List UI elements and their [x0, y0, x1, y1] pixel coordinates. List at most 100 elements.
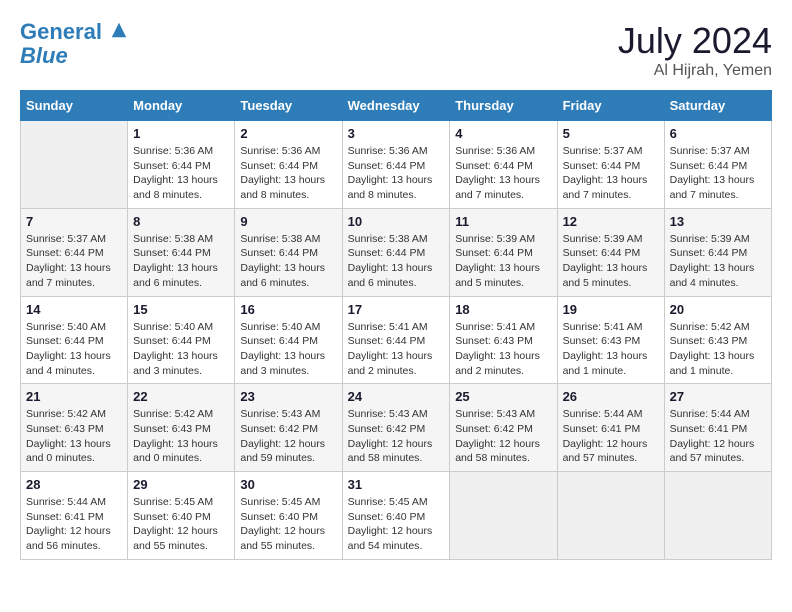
calendar-header-row: SundayMondayTuesdayWednesdayThursdayFrid… — [21, 91, 772, 121]
logo: General Blue — [20, 20, 128, 68]
calendar-cell: 8 Sunrise: 5:38 AMSunset: 6:44 PMDaylight… — [128, 208, 235, 296]
day-info: Sunrise: 5:45 AMSunset: 6:40 PMDaylight:… — [133, 495, 229, 554]
day-number: 26 — [563, 389, 659, 404]
calendar-cell: 7 Sunrise: 5:37 AMSunset: 6:44 PMDaylight… — [21, 208, 128, 296]
calendar-cell: 6Sunrise: 5:37 AMSunset: 6:44 PMDaylight… — [664, 121, 771, 209]
day-number: 9 — [240, 214, 336, 229]
day-info: Sunrise: 5:41 AMSunset: 6:43 PMDaylight:… — [563, 320, 659, 379]
calendar-cell: 9 Sunrise: 5:38 AMSunset: 6:44 PMDaylight… — [235, 208, 342, 296]
day-info: Sunrise: 5:44 AMSunset: 6:41 PMDaylight:… — [670, 407, 766, 466]
calendar-cell: 4Sunrise: 5:36 AMSunset: 6:44 PMDaylight… — [450, 121, 557, 209]
day-number: 29 — [133, 477, 229, 492]
day-number: 22 — [133, 389, 229, 404]
day-info: Sunrise: 5:39 AMSunset: 6:44 PMDaylight:… — [455, 232, 551, 291]
day-number: 1 — [133, 126, 229, 141]
day-number: 6 — [670, 126, 766, 141]
day-info: Sunrise: 5:43 AMSunset: 6:42 PMDaylight:… — [348, 407, 445, 466]
day-number: 24 — [348, 389, 445, 404]
location-subtitle: Al Hijrah, Yemen — [618, 62, 772, 80]
day-info: Sunrise: 5:36 AMSunset: 6:44 PMDaylight:… — [455, 144, 551, 203]
day-info: Sunrise: 5:44 AMSunset: 6:41 PMDaylight:… — [26, 495, 122, 554]
calendar-week-4: 21 Sunrise: 5:42 AMSunset: 6:43 PMDayligh… — [21, 384, 772, 472]
day-info: Sunrise: 5:41 AMSunset: 6:43 PMDaylight:… — [455, 320, 551, 379]
day-header-tuesday: Tuesday — [235, 91, 342, 121]
day-number: 21 — [26, 389, 122, 404]
day-number: 18 — [455, 302, 551, 317]
day-number: 30 — [240, 477, 336, 492]
calendar-cell: 5Sunrise: 5:37 AMSunset: 6:44 PMDaylight… — [557, 121, 664, 209]
day-number: 7 — [26, 214, 122, 229]
day-number: 15 — [133, 302, 229, 317]
day-number: 19 — [563, 302, 659, 317]
calendar-cell: 25Sunrise: 5:43 AMSunset: 6:42 PMDayligh… — [450, 384, 557, 472]
calendar-cell: 22 Sunrise: 5:42 AMSunset: 6:43 PMDayligh… — [128, 384, 235, 472]
calendar-cell: 19 Sunrise: 5:41 AMSunset: 6:43 PMDayligh… — [557, 296, 664, 384]
day-info: Sunrise: 5:44 AMSunset: 6:41 PMDaylight:… — [563, 407, 659, 466]
day-header-friday: Friday — [557, 91, 664, 121]
calendar-cell: 18 Sunrise: 5:41 AMSunset: 6:43 PMDayligh… — [450, 296, 557, 384]
logo-blue: Blue — [20, 43, 68, 68]
day-info: Sunrise: 5:41 AMSunset: 6:44 PMDaylight:… — [348, 320, 445, 379]
calendar-week-1: 1 Sunrise: 5:36 AMSunset: 6:44 PMDaylight… — [21, 121, 772, 209]
day-info: Sunrise: 5:36 AMSunset: 6:44 PMDaylight:… — [240, 144, 336, 203]
day-number: 17 — [348, 302, 445, 317]
calendar-cell — [557, 472, 664, 560]
day-number: 13 — [670, 214, 766, 229]
calendar-week-2: 7 Sunrise: 5:37 AMSunset: 6:44 PMDaylight… — [21, 208, 772, 296]
logo-icon — [110, 21, 128, 39]
calendar-body: 1 Sunrise: 5:36 AMSunset: 6:44 PMDaylight… — [21, 121, 772, 560]
title-block: July 2024 Al Hijrah, Yemen — [618, 20, 772, 80]
day-info: Sunrise: 5:43 AMSunset: 6:42 PMDaylight:… — [455, 407, 551, 466]
day-info: Sunrise: 5:42 AMSunset: 6:43 PMDaylight:… — [26, 407, 122, 466]
day-number: 11 — [455, 214, 551, 229]
day-info: Sunrise: 5:38 AMSunset: 6:44 PMDaylight:… — [133, 232, 229, 291]
day-info: Sunrise: 5:38 AMSunset: 6:44 PMDaylight:… — [240, 232, 336, 291]
calendar-cell — [664, 472, 771, 560]
day-info: Sunrise: 5:45 AMSunset: 6:40 PMDaylight:… — [348, 495, 445, 554]
day-info: Sunrise: 5:38 AMSunset: 6:44 PMDaylight:… — [348, 232, 445, 291]
day-number: 8 — [133, 214, 229, 229]
calendar-cell: 16 Sunrise: 5:40 AMSunset: 6:44 PMDayligh… — [235, 296, 342, 384]
calendar-cell: 3Sunrise: 5:36 AMSunset: 6:44 PMDaylight… — [342, 121, 450, 209]
calendar-cell: 28 Sunrise: 5:44 AMSunset: 6:41 PMDayligh… — [21, 472, 128, 560]
day-info: Sunrise: 5:42 AMSunset: 6:43 PMDaylight:… — [670, 320, 766, 379]
day-info: Sunrise: 5:42 AMSunset: 6:43 PMDaylight:… — [133, 407, 229, 466]
calendar-cell: 2 Sunrise: 5:36 AMSunset: 6:44 PMDaylight… — [235, 121, 342, 209]
day-number: 16 — [240, 302, 336, 317]
logo-general: General — [20, 19, 102, 44]
day-number: 23 — [240, 389, 336, 404]
day-info: Sunrise: 5:40 AMSunset: 6:44 PMDaylight:… — [240, 320, 336, 379]
calendar-cell: 1 Sunrise: 5:36 AMSunset: 6:44 PMDaylight… — [128, 121, 235, 209]
day-info: Sunrise: 5:43 AMSunset: 6:42 PMDaylight:… — [240, 407, 336, 466]
calendar-cell — [21, 121, 128, 209]
calendar-cell: 20Sunrise: 5:42 AMSunset: 6:43 PMDayligh… — [664, 296, 771, 384]
day-info: Sunrise: 5:36 AMSunset: 6:44 PMDaylight:… — [133, 144, 229, 203]
calendar-cell: 15 Sunrise: 5:40 AMSunset: 6:44 PMDayligh… — [128, 296, 235, 384]
day-info: Sunrise: 5:37 AMSunset: 6:44 PMDaylight:… — [563, 144, 659, 203]
calendar-cell: 31Sunrise: 5:45 AMSunset: 6:40 PMDayligh… — [342, 472, 450, 560]
day-number: 28 — [26, 477, 122, 492]
page-header: General Blue July 2024 Al Hijrah, Yemen — [20, 20, 772, 80]
day-info: Sunrise: 5:45 AMSunset: 6:40 PMDaylight:… — [240, 495, 336, 554]
day-info: Sunrise: 5:37 AMSunset: 6:44 PMDaylight:… — [26, 232, 122, 291]
day-number: 2 — [240, 126, 336, 141]
day-info: Sunrise: 5:39 AMSunset: 6:44 PMDaylight:… — [563, 232, 659, 291]
calendar-cell: 27 Sunrise: 5:44 AMSunset: 6:41 PMDayligh… — [664, 384, 771, 472]
calendar-table: SundayMondayTuesdayWednesdayThursdayFrid… — [20, 90, 772, 560]
day-info: Sunrise: 5:40 AMSunset: 6:44 PMDaylight:… — [133, 320, 229, 379]
day-header-wednesday: Wednesday — [342, 91, 450, 121]
day-number: 10 — [348, 214, 445, 229]
calendar-cell: 23 Sunrise: 5:43 AMSunset: 6:42 PMDayligh… — [235, 384, 342, 472]
calendar-cell: 21 Sunrise: 5:42 AMSunset: 6:43 PMDayligh… — [21, 384, 128, 472]
calendar-cell: 10 Sunrise: 5:38 AMSunset: 6:44 PMDayligh… — [342, 208, 450, 296]
day-header-sunday: Sunday — [21, 91, 128, 121]
calendar-cell: 13Sunrise: 5:39 AMSunset: 6:44 PMDayligh… — [664, 208, 771, 296]
calendar-cell: 30 Sunrise: 5:45 AMSunset: 6:40 PMDayligh… — [235, 472, 342, 560]
day-info: Sunrise: 5:36 AMSunset: 6:44 PMDaylight:… — [348, 144, 445, 203]
day-number: 14 — [26, 302, 122, 317]
day-number: 27 — [670, 389, 766, 404]
day-header-thursday: Thursday — [450, 91, 557, 121]
calendar-week-3: 14 Sunrise: 5:40 AMSunset: 6:44 PMDayligh… — [21, 296, 772, 384]
calendar-cell: 26 Sunrise: 5:44 AMSunset: 6:41 PMDayligh… — [557, 384, 664, 472]
calendar-cell: 24 Sunrise: 5:43 AMSunset: 6:42 PMDayligh… — [342, 384, 450, 472]
